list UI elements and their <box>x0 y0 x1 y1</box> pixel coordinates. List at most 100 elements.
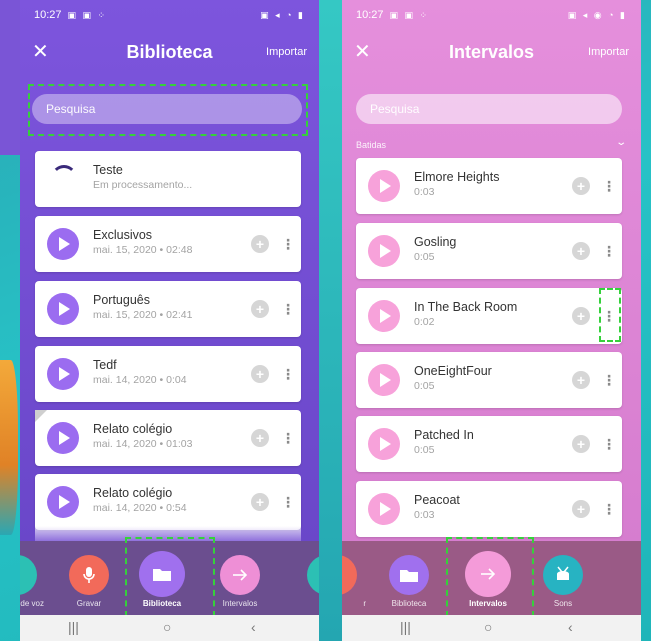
voice-icon <box>342 555 357 595</box>
recents-button[interactable]: ||| <box>400 619 411 635</box>
phone-screen-intervalos: 10:27 ▣ ▣ ⁘ ▣ ◂ ◉ ◔ ▮ ✕ Intervalos Impor… <box>342 0 641 641</box>
play-icon <box>59 302 70 316</box>
backdrop-teal-gap <box>319 0 343 641</box>
list-item[interactable]: Relato colégio mai. 14, 2020 • 01:03 + ⋮ <box>35 410 301 466</box>
list-item-processing[interactable]: Teste Em processamento... <box>35 151 301 207</box>
add-icon[interactable]: + <box>572 435 590 453</box>
more-options-icon[interactable]: ⋮ <box>281 364 295 384</box>
play-icon <box>380 179 391 193</box>
list-item[interactable]: Peacoat 0:03 + ⋮ <box>356 481 622 537</box>
nav-label: r <box>363 599 366 608</box>
play-button[interactable] <box>368 493 400 525</box>
more-options-icon[interactable]: ⋮ <box>281 234 295 254</box>
nav-label: Biblioteca <box>142 599 182 608</box>
folder-icon <box>139 551 185 597</box>
more-options-icon[interactable]: ⋮ <box>602 176 616 196</box>
nav-item-intervals[interactable]: Intervalos <box>453 541 523 615</box>
item-meta: mai. 15, 2020 • 02:48 <box>93 244 193 256</box>
item-name: Teste <box>93 163 123 177</box>
list-item[interactable]: OneEightFour 0:05 + ⋮ <box>356 352 622 408</box>
bottom-navigation: r Biblioteca Intervalos Sons <box>342 541 641 615</box>
system-status-icons: ▣ ◂ ◉ ◔ ▮ <box>567 9 627 20</box>
item-name: Patched In <box>414 428 474 442</box>
more-options-icon[interactable]: ⋮ <box>602 241 616 261</box>
nav-item-voice[interactable]: r <box>342 541 372 615</box>
nav-item-voice[interactable]: de voz <box>20 541 52 615</box>
play-icon <box>59 431 70 445</box>
folder-icon <box>389 555 429 595</box>
home-button[interactable]: ○ <box>484 619 492 635</box>
play-icon <box>380 309 391 323</box>
home-button[interactable]: ○ <box>163 619 171 635</box>
notification-icons: ▣ ▣ ⁘ <box>389 9 430 20</box>
add-icon[interactable]: + <box>251 235 269 253</box>
play-icon <box>380 373 391 387</box>
play-icon <box>59 367 70 381</box>
play-button[interactable] <box>368 235 400 267</box>
nav-item-sounds[interactable]: Sons <box>528 541 598 615</box>
play-button[interactable] <box>368 364 400 396</box>
item-meta: mai. 14, 2020 • 0:04 <box>93 374 187 386</box>
item-name: Português <box>93 293 150 307</box>
nav-item-intervals[interactable]: Intervalos <box>205 541 275 615</box>
play-button[interactable] <box>368 300 400 332</box>
play-button[interactable] <box>47 422 79 454</box>
more-options-icon[interactable]: ⋮ <box>281 299 295 319</box>
app-header: ✕ Intervalos Importar <box>342 30 641 78</box>
play-button[interactable] <box>368 428 400 460</box>
app-header: ✕ Biblioteca Importar <box>20 30 319 78</box>
search-input[interactable]: Pesquisa <box>356 94 622 124</box>
play-icon <box>59 237 70 251</box>
import-button[interactable]: Importar <box>266 46 307 58</box>
more-options-icon[interactable]: ⋮ <box>602 499 616 519</box>
list-item[interactable]: In The Back Room 0:02 + ⋮ <box>356 288 622 344</box>
play-button[interactable] <box>368 170 400 202</box>
voice-icon <box>20 555 37 595</box>
add-icon[interactable]: + <box>251 493 269 511</box>
nav-overflow-circle <box>307 555 319 595</box>
add-icon[interactable]: + <box>572 500 590 518</box>
more-options-icon[interactable]: ⋮ <box>281 492 295 512</box>
chevron-down-icon[interactable]: ⌄ <box>615 137 627 148</box>
list-item[interactable]: Elmore Heights 0:03 + ⋮ <box>356 158 622 214</box>
more-options-icon[interactable]: ⋮ <box>281 428 295 448</box>
add-icon[interactable]: + <box>251 365 269 383</box>
item-meta: 0:05 <box>414 251 435 263</box>
search-input[interactable]: Pesquisa <box>32 94 302 124</box>
play-button[interactable] <box>47 293 79 325</box>
add-icon[interactable]: + <box>251 429 269 447</box>
list-item[interactable]: Patched In 0:05 + ⋮ <box>356 416 622 472</box>
item-meta: 0:03 <box>414 509 435 521</box>
nav-label: Sons <box>553 599 573 608</box>
item-meta: 0:02 <box>414 316 435 328</box>
play-button[interactable] <box>47 228 79 260</box>
more-options-icon[interactable]: ⋮ <box>602 370 616 390</box>
add-icon[interactable]: + <box>572 242 590 260</box>
bottom-navigation: de voz Gravar Biblioteca Intervalos <box>20 541 319 615</box>
add-icon[interactable]: + <box>572 371 590 389</box>
list-item[interactable]: Relato colégio mai. 14, 2020 • 0:54 + ⋮ <box>35 474 301 530</box>
nav-item-library[interactable]: Biblioteca <box>127 541 197 615</box>
list-item[interactable]: Exclusivos mai. 15, 2020 • 02:48 + ⋮ <box>35 216 301 272</box>
list-item[interactable]: Português mai. 15, 2020 • 02:41 + ⋮ <box>35 281 301 337</box>
nav-item-library[interactable]: Biblioteca <box>374 541 444 615</box>
list-item[interactable]: Tedf mai. 14, 2020 • 0:04 + ⋮ <box>35 346 301 402</box>
backdrop-orange-shape <box>0 360 18 535</box>
more-options-icon[interactable]: ⋮ <box>602 306 616 326</box>
add-icon[interactable]: + <box>572 177 590 195</box>
import-button[interactable]: Importar <box>588 46 629 58</box>
status-bar: 10:27 ▣ ▣ ⁘ ▣ ◂ ◉ ◔ ▮ <box>342 0 641 30</box>
play-icon <box>380 244 391 258</box>
item-name: In The Back Room <box>414 300 518 314</box>
nav-item-record[interactable]: Gravar <box>54 541 124 615</box>
play-button[interactable] <box>47 486 79 518</box>
add-icon[interactable]: + <box>572 307 590 325</box>
back-button[interactable]: ‹ <box>568 619 573 635</box>
play-button[interactable] <box>47 358 79 390</box>
recents-button[interactable]: ||| <box>68 619 79 635</box>
add-icon[interactable]: + <box>251 300 269 318</box>
nav-label: Biblioteca <box>391 599 427 608</box>
more-options-icon[interactable]: ⋮ <box>602 434 616 454</box>
list-item[interactable]: Gosling 0:05 + ⋮ <box>356 223 622 279</box>
back-button[interactable]: ‹ <box>251 619 256 635</box>
